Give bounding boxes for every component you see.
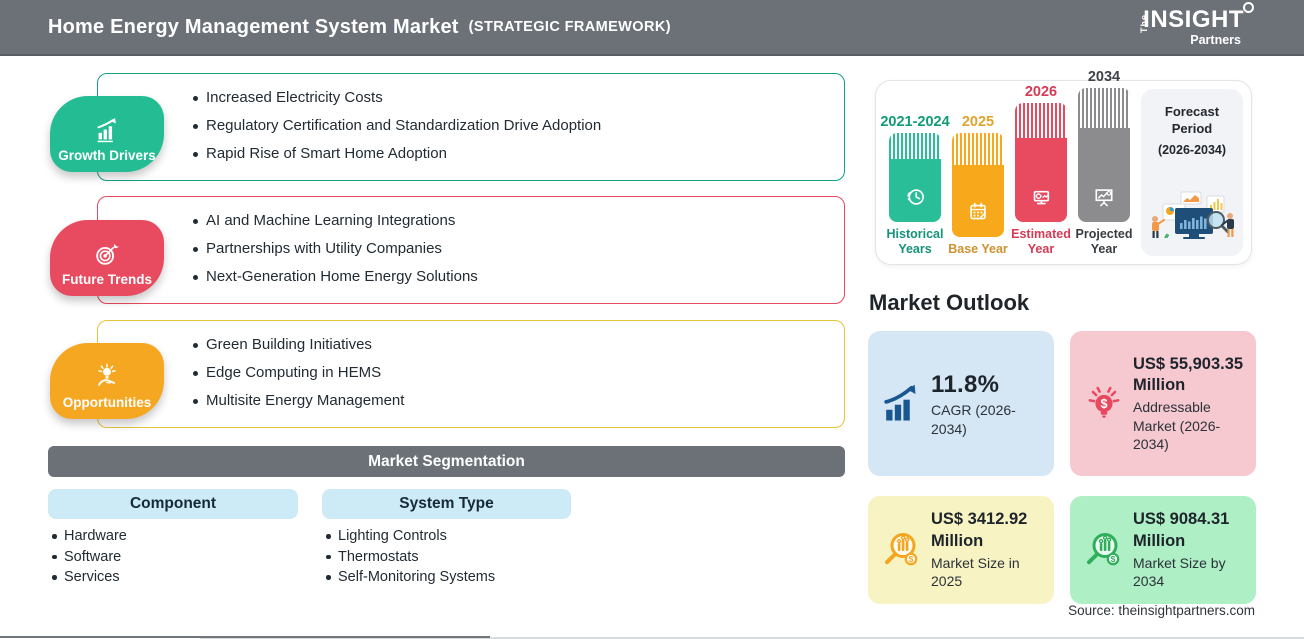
svg-text:$: $ [1100, 396, 1107, 410]
infographic: Home Energy Management System Market (ST… [0, 0, 1304, 639]
addressable-market-label: Addressable Market (2026-2034) [1133, 398, 1246, 453]
bottom-divider-dark [0, 636, 490, 638]
system-type-list: Lighting Controls Thermostats Self-Monit… [322, 526, 571, 588]
source-attribution: Source: theinsightpartners.com [1068, 603, 1255, 618]
projection-screen-icon [1091, 184, 1117, 210]
estimate-monitor-icon [1028, 184, 1054, 210]
page-title: Home Energy Management System Market [48, 16, 459, 39]
magnifier-chart-orange-icon: $ [876, 528, 928, 572]
list-item: Rapid Rise of Smart Home Adoption [191, 140, 844, 168]
year-label: 2021-2024 [880, 114, 949, 130]
future-trends-list: AI and Machine Learning Integrations Par… [98, 197, 844, 291]
future-trends-box: AI and Machine Learning Integrations Par… [97, 196, 845, 304]
opportunities-badge: Opportunities [50, 343, 164, 419]
market-outlook-title: Market Outlook [869, 290, 1029, 316]
segmentation-column-component: Component Hardware Software Services [48, 489, 298, 588]
magnifier-chart-green-icon: $ [1078, 528, 1130, 572]
market-size-2034-value: US$ 9084.31 Million [1133, 509, 1246, 553]
list-item: Services [51, 567, 298, 588]
cagr-value: 11.8% [931, 369, 1044, 401]
dollar-bulb-icon: $ [1078, 383, 1130, 425]
bar-caption: Projected Year [1072, 227, 1136, 258]
list-item: Increased Electricity Costs [191, 84, 844, 112]
bar [889, 133, 941, 222]
forecast-period-title: Forecast Period [1141, 104, 1243, 138]
analytics-illustration [1145, 190, 1239, 253]
year-label: 2025 [962, 114, 994, 130]
market-size-2034-card: $ US$ 9084.31 Million Market Size by 203… [1070, 496, 1256, 604]
bulb-hand-icon [92, 360, 122, 394]
future-trends-badge: Future Trends [50, 220, 164, 296]
list-item: Software [51, 547, 298, 568]
market-size-2025-card: $ US$ 3412.92 Million Market Size in 202… [868, 496, 1054, 604]
timeline-bar-estimated: 2026 Estimated Year [1015, 84, 1067, 258]
column-header: System Type [322, 489, 571, 519]
growth-drivers-badge: Growth Drivers [50, 96, 164, 172]
bar-caption: Historical Years [883, 227, 947, 258]
calendar-icon [965, 199, 991, 225]
bar-caption: Base Year [946, 242, 1010, 258]
market-size-2034-label: Market Size by 2034 [1133, 554, 1246, 591]
badge-label: Growth Drivers [58, 148, 156, 163]
forecast-period-panel: Forecast Period (2026-2034) [1141, 89, 1243, 256]
badge-label: Future Trends [62, 272, 152, 287]
logo-insight: INSIGHT [1143, 8, 1244, 32]
header-bar: Home Energy Management System Market (ST… [0, 0, 1304, 56]
market-size-2025-label: Market Size in 2025 [931, 554, 1044, 591]
list-item: Multisite Energy Management [191, 387, 844, 415]
list-item: Next-Generation Home Energy Solutions [191, 263, 844, 291]
year-label: 2026 [1025, 84, 1057, 100]
timeline-bar-historical: 2021-2024 Historical Years [889, 114, 941, 258]
list-item: Lighting Controls [325, 526, 571, 547]
cagr-label: CAGR (2026-2034) [931, 401, 1044, 438]
timeline-bar-base: 2025 [952, 114, 1004, 258]
bar-caption: Estimated Year [1009, 227, 1073, 258]
list-item: Partnerships with Utility Companies [191, 235, 844, 263]
market-segmentation-title: Market Segmentation [368, 453, 525, 471]
list-item: AI and Machine Learning Integrations [191, 207, 844, 235]
cagr-card: 11.8% CAGR (2026-2034) [868, 331, 1054, 476]
list-item: Edge Computing in HEMS [191, 359, 844, 387]
list-item: Green Building Initiatives [191, 331, 844, 359]
component-list: Hardware Software Services [48, 526, 298, 588]
growth-drivers-list: Increased Electricity Costs Regulatory C… [98, 74, 844, 168]
bar [1078, 88, 1130, 222]
badge-label: Opportunities [63, 395, 152, 410]
bar [1015, 103, 1067, 222]
market-segmentation-bar: Market Segmentation [48, 446, 845, 477]
target-dart-icon [92, 237, 122, 271]
opportunities-box: Green Building Initiatives Edge Computin… [97, 320, 845, 428]
opportunities-list: Green Building Initiatives Edge Computin… [98, 321, 844, 415]
magnifier-lens-icon [1243, 2, 1254, 13]
insight-partners-logo: The INSIGHT Partners [1143, 8, 1260, 47]
growth-bars-icon [876, 381, 928, 427]
market-size-2025-value: US$ 3412.92 Million [931, 509, 1044, 553]
timeline-bars: 2021-2024 Historical Years 2025 [889, 69, 1130, 258]
history-clock-icon [902, 184, 928, 210]
svg-text:$: $ [909, 554, 914, 564]
bar [952, 133, 1004, 237]
list-item: Hardware [51, 526, 298, 547]
page-subtitle: (STRATEGIC FRAMEWORK) [469, 19, 671, 35]
addressable-market-card: $ US$ 55,903.35 Million Addressable Mark… [1070, 331, 1256, 476]
column-header: Component [48, 489, 298, 519]
addressable-market-value: US$ 55,903.35 Million [1133, 354, 1246, 398]
growth-drivers-box: Increased Electricity Costs Regulatory C… [97, 73, 845, 181]
timeline-card: 2021-2024 Historical Years 2025 [875, 80, 1252, 265]
forecast-period-range: (2026-2034) [1141, 143, 1243, 157]
segmentation-column-system-type: System Type Lighting Controls Thermostat… [322, 489, 571, 588]
timeline-bar-projected: 2034 Projected Year [1078, 69, 1130, 258]
svg-text:$: $ [1111, 554, 1116, 564]
growth-chart-icon [92, 113, 122, 147]
list-item: Thermostats [325, 547, 571, 568]
list-item: Self-Monitoring Systems [325, 567, 571, 588]
year-label: 2034 [1088, 69, 1120, 85]
logo-partners: Partners [1143, 34, 1244, 47]
list-item: Regulatory Certification and Standardiza… [191, 112, 844, 140]
